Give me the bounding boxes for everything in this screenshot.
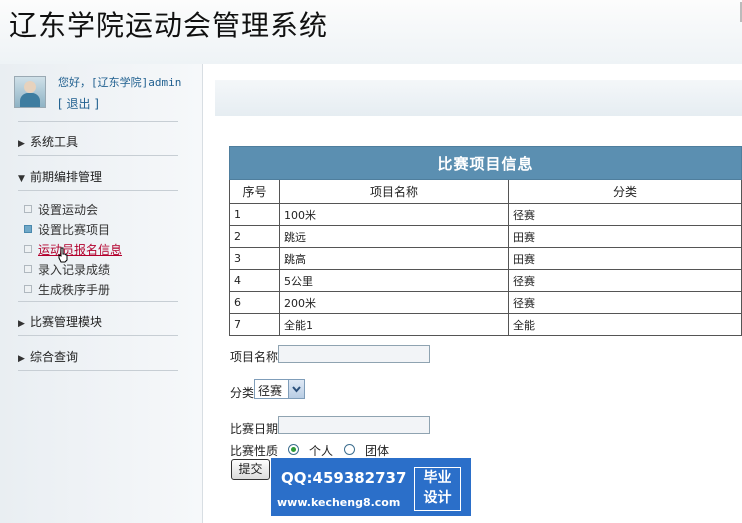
cell-category: 田赛 — [508, 247, 742, 270]
radio-individual-label: 个人 — [309, 444, 334, 458]
sidebar-item-generate-handbook[interactable]: 生成秩序手册 — [24, 281, 110, 298]
bullet-icon — [24, 265, 32, 273]
events-table: 比赛项目信息 序号 项目名称 分类 1 100米 径赛 2 跳远 田赛 3 跳高… — [229, 146, 742, 336]
divider — [18, 155, 178, 156]
bullet-icon — [24, 285, 32, 293]
header-bar: 辽东学院运动会管理系统 — [0, 0, 742, 64]
watermark-banner: QQ:459382737 www.kecheng8.com 毕业 设计 — [271, 458, 471, 516]
cell-event-name: 100米 — [279, 203, 509, 226]
chevron-right-icon: ▶ — [18, 319, 25, 329]
submit-button[interactable]: 提交 — [231, 459, 270, 480]
radio-individual[interactable] — [288, 444, 299, 455]
hand-cursor-icon — [58, 247, 68, 263]
competition-date-input[interactable] — [278, 416, 430, 434]
content-top-band — [215, 80, 742, 116]
column-header-number: 序号 — [229, 179, 280, 204]
table-row: 6 200米 径赛 — [229, 291, 742, 314]
cell-number: 6 — [229, 291, 280, 314]
bullet-icon — [24, 205, 32, 213]
divider — [18, 335, 178, 336]
table-caption: 比赛项目信息 — [229, 146, 742, 180]
sidebar-group-general-query[interactable]: ▶ 综合查询 — [18, 348, 78, 365]
cell-number: 4 — [229, 269, 280, 292]
bullet-icon — [24, 245, 32, 253]
app-title: 辽东学院运动会管理系统 — [9, 9, 329, 42]
user-greeting: 您好，[辽东学院]admin — [58, 76, 182, 89]
cell-event-name: 5公里 — [279, 269, 509, 292]
cell-category: 径赛 — [508, 203, 742, 226]
event-name-input[interactable] — [278, 345, 430, 363]
chevron-right-icon: ▶ — [18, 354, 25, 364]
radio-team-label: 团体 — [365, 444, 390, 458]
watermark-qq: QQ:459382737 — [281, 469, 407, 487]
column-header-category: 分类 — [508, 179, 742, 204]
competition-date-label: 比赛日期 — [230, 422, 279, 436]
competition-nature-label: 比赛性质 — [230, 444, 279, 458]
sidebar: 您好，[辽东学院]admin [ 退出 ] ▶ 系统工具 ▼ 前期编排管理 设置运动… — [0, 64, 203, 523]
cell-event-name: 200米 — [279, 291, 509, 314]
cell-number: 1 — [229, 203, 280, 226]
category-label: 分类 — [230, 386, 255, 400]
cell-category: 全能 — [508, 313, 742, 336]
sidebar-group-system-tools[interactable]: ▶ 系统工具 — [18, 133, 78, 150]
sidebar-item-set-sports-meet[interactable]: 设置运动会 — [24, 201, 98, 218]
watermark-url: www.kecheng8.com — [277, 496, 401, 509]
chevron-down-icon: ▼ — [18, 174, 25, 184]
cell-number: 2 — [229, 225, 280, 248]
table-row: 3 跳高 田赛 — [229, 247, 742, 270]
cell-number: 7 — [229, 313, 280, 336]
divider — [18, 370, 178, 371]
divider — [18, 121, 178, 122]
watermark-badge: 毕业 设计 — [414, 467, 461, 511]
table-row: 7 全能1 全能 — [229, 313, 742, 336]
table-row: 2 跳远 田赛 — [229, 225, 742, 248]
avatar — [14, 76, 46, 108]
sidebar-item-enter-records[interactable]: 录入记录成绩 — [24, 261, 110, 278]
cell-category: 径赛 — [508, 269, 742, 292]
chevron-right-icon: ▶ — [18, 139, 25, 149]
bullet-icon — [24, 225, 32, 233]
cell-category: 田赛 — [508, 225, 742, 248]
radio-team[interactable] — [344, 444, 355, 455]
sidebar-item-set-events[interactable]: 设置比赛项目 — [24, 221, 110, 238]
cell-event-name: 跳远 — [279, 225, 509, 248]
table-row: 4 5公里 径赛 — [229, 269, 742, 292]
divider — [18, 301, 178, 302]
cell-event-name: 跳高 — [279, 247, 509, 270]
sidebar-group-pre-arrangement[interactable]: ▼ 前期编排管理 — [18, 168, 102, 185]
chevron-down-icon[interactable] — [288, 380, 304, 398]
divider — [18, 190, 178, 191]
sidebar-item-athlete-registration[interactable]: 运动员报名信息 — [24, 241, 122, 258]
sidebar-group-competition-management[interactable]: ▶ 比赛管理模块 — [18, 313, 102, 330]
category-select[interactable]: 径赛 — [254, 379, 305, 399]
category-select-value: 径赛 — [258, 384, 283, 398]
cell-number: 3 — [229, 247, 280, 270]
cell-category: 径赛 — [508, 291, 742, 314]
logout-link[interactable]: [ 退出 ] — [58, 95, 99, 112]
table-row: 1 100米 径赛 — [229, 203, 742, 226]
column-header-event-name: 项目名称 — [279, 179, 509, 204]
event-name-label: 项目名称 — [230, 350, 279, 364]
cell-event-name: 全能1 — [279, 313, 509, 336]
